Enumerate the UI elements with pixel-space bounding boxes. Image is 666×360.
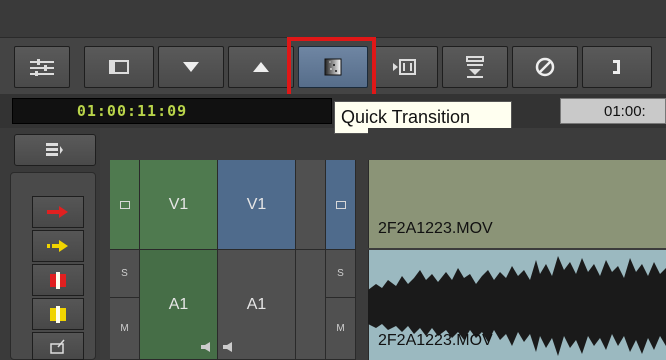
mute-label: M <box>120 323 129 334</box>
video-clip-name: 2F2A1223.MOV <box>378 220 493 237</box>
lift-button[interactable] <box>442 46 508 88</box>
track-monitor-icon <box>119 200 130 209</box>
speaker-icon <box>200 338 212 357</box>
audio-mute-button[interactable]: M <box>110 298 140 360</box>
solo-label: S <box>121 268 128 279</box>
yellow-arrow-icon <box>47 240 68 252</box>
track-v1-source[interactable]: V1 <box>140 160 218 250</box>
film-insert-icon <box>393 59 416 75</box>
timeline-menu-button[interactable] <box>14 134 96 166</box>
track-label: A1 <box>168 295 189 313</box>
mute-label: M <box>336 323 345 334</box>
lift-icon <box>466 56 484 78</box>
speaker-icon <box>222 338 234 357</box>
red-arrow-button[interactable] <box>32 196 84 228</box>
bracket-out-icon <box>613 60 620 74</box>
audio-record-mute-button[interactable]: M <box>326 298 356 360</box>
sliders-button[interactable] <box>14 46 70 88</box>
raise-button[interactable] <box>228 46 294 88</box>
track-label: V1 <box>246 195 267 213</box>
audio-record-solo-button[interactable]: S <box>326 250 356 298</box>
timeline-header <box>368 128 666 160</box>
track-label: A1 <box>246 295 267 313</box>
sliders-icon <box>30 59 54 76</box>
audio-solo-button[interactable]: S <box>110 250 140 298</box>
trim-icon <box>50 339 65 354</box>
window-top-bar <box>0 0 666 38</box>
red-arrow-icon <box>47 206 68 218</box>
track-label: V1 <box>168 195 189 213</box>
timecode-value: 01:00:11:09 <box>76 102 188 120</box>
source-record-button[interactable] <box>84 46 154 88</box>
video-spacer <box>296 160 326 250</box>
add-edit-button[interactable] <box>372 46 438 88</box>
red-segment-button[interactable] <box>32 264 84 296</box>
triangle-down-icon <box>183 62 199 72</box>
audio-spacer <box>296 250 326 360</box>
circle-slash-icon <box>535 57 555 77</box>
trim-button[interactable] <box>32 332 84 360</box>
lower-button[interactable] <box>158 46 224 88</box>
yellow-segment-icon <box>50 306 66 323</box>
mark-out-button[interactable] <box>582 46 652 88</box>
red-segment-icon <box>50 272 66 289</box>
track-monitor-icon <box>335 200 346 209</box>
video-source-monitor-toggle[interactable] <box>110 160 140 250</box>
quick-transition-highlight <box>287 37 376 101</box>
ruler-timecode: 01:00: <box>604 102 646 120</box>
video-record-monitor-toggle[interactable] <box>326 160 356 250</box>
no-entry-button[interactable] <box>512 46 578 88</box>
monitor-icon <box>109 60 129 74</box>
triangle-up-icon <box>253 62 269 72</box>
track-v1-record[interactable]: V1 <box>218 160 296 250</box>
yellow-arrow-button[interactable] <box>32 230 84 262</box>
list-menu-icon <box>46 143 63 156</box>
solo-label: S <box>337 268 344 279</box>
audio-clip-name: 2F2A1223.MOV <box>378 332 493 349</box>
yellow-segment-button[interactable] <box>32 298 84 330</box>
